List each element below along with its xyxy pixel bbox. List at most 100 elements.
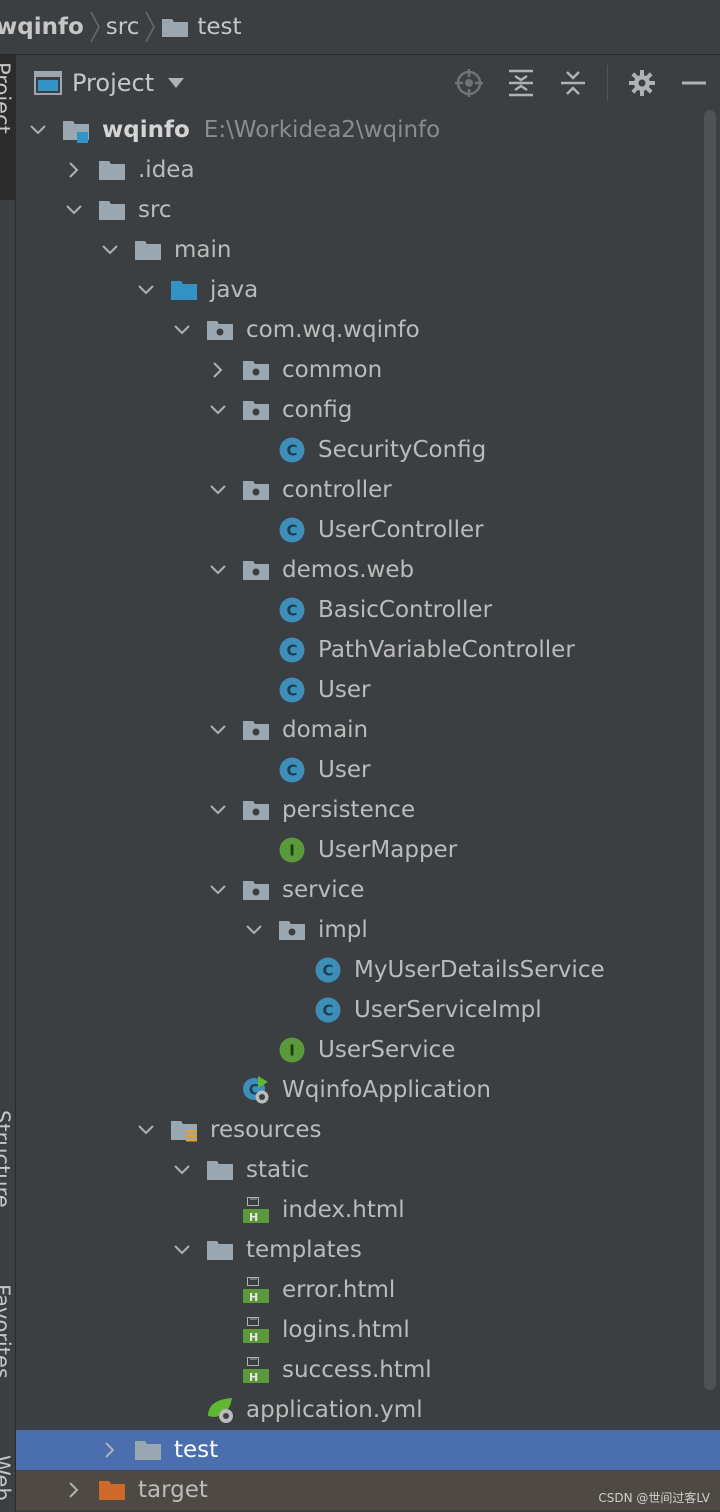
chevron-down-icon[interactable] <box>207 799 229 821</box>
chevron-down-icon[interactable] <box>243 919 265 941</box>
chevron-down-icon[interactable] <box>207 559 229 581</box>
favorites-tool-tab[interactable]: Favorites <box>0 1284 14 1379</box>
collapse-all-icon <box>561 70 585 95</box>
tree-row-label: wqinfo E:\Workidea2\wqinfo <box>102 117 440 143</box>
svg-text:I: I <box>289 842 295 860</box>
web-tool-tab[interactable]: Web <box>0 1455 14 1501</box>
chevron-down-icon[interactable] <box>207 399 229 421</box>
tree-row-label: static <box>246 1157 310 1183</box>
chevron-down-icon <box>168 77 185 88</box>
tree-row[interactable]: Herror.html <box>16 1270 720 1310</box>
tree-row-label: error.html <box>282 1277 396 1303</box>
tree-row-label: service <box>282 877 365 903</box>
tree-row[interactable]: templates <box>16 1230 720 1270</box>
project-tree: wqinfo E:\Workidea2\wqinfo .idea src main jav… <box>16 110 720 1512</box>
tree-row[interactable]: domain <box>16 710 720 750</box>
chevron-right-icon[interactable] <box>63 159 85 181</box>
html-file-icon: H <box>242 1276 270 1304</box>
package-icon <box>242 716 270 744</box>
tree-row[interactable]: src <box>16 190 720 230</box>
tree-row[interactable]: C BasicController <box>16 590 720 630</box>
breadcrumb-label: test <box>197 14 242 40</box>
tree-row[interactable]: C User <box>16 750 720 790</box>
tree-row[interactable]: static <box>16 1150 720 1190</box>
chevron-down-icon[interactable] <box>135 1119 157 1141</box>
chevron-down-icon[interactable] <box>207 879 229 901</box>
tree-row[interactable]: Hindex.html <box>16 1190 720 1230</box>
chevron-down-icon[interactable] <box>171 1239 193 1261</box>
tree-row[interactable]: java <box>16 270 720 310</box>
resources-folder-icon <box>170 1116 198 1144</box>
svg-text:H: H <box>249 1291 258 1304</box>
breadcrumb-label: src <box>105 14 140 40</box>
tree-row-label: src <box>138 197 172 223</box>
tree-row[interactable]: controller <box>16 470 720 510</box>
settings-button[interactable] <box>616 55 668 110</box>
tree-row[interactable]: test <box>16 1430 720 1470</box>
breadcrumb-item-wqinfo[interactable]: wqinfo <box>0 0 84 54</box>
chevron-down-icon[interactable] <box>207 719 229 741</box>
svg-text:I: I <box>289 1042 295 1060</box>
html-file-icon: H <box>242 1356 270 1384</box>
tree-row[interactable]: C SecurityConfig <box>16 430 720 470</box>
module-folder-icon <box>62 116 90 144</box>
tree-row[interactable]: demos.web <box>16 550 720 590</box>
package-icon <box>242 356 270 384</box>
tree-row[interactable]: C UserServiceImpl <box>16 990 720 1030</box>
tree-row[interactable]: .idea <box>16 150 720 190</box>
chevron-down-icon[interactable] <box>99 239 121 261</box>
chevron-down-icon[interactable] <box>207 479 229 501</box>
class-icon: C <box>314 996 342 1024</box>
hide-panel-button[interactable] <box>668 55 720 110</box>
chevron-down-icon[interactable] <box>171 1159 193 1181</box>
breadcrumb-item-test[interactable]: test <box>161 0 242 54</box>
structure-tool-tab[interactable]: Structure <box>0 1110 14 1208</box>
tree-row[interactable]: C PathVariableController <box>16 630 720 670</box>
tree-row[interactable]: resources <box>16 1110 720 1150</box>
tree-row-label: templates <box>246 1237 362 1263</box>
folder-icon <box>98 156 126 184</box>
tree-row[interactable]: main <box>16 230 720 270</box>
vertical-scrollbar[interactable] <box>704 110 716 1390</box>
folder-icon <box>162 19 189 37</box>
navigation-bar: wqinfo src test <box>0 0 720 55</box>
tree-row[interactable]: Hlogins.html <box>16 1310 720 1350</box>
tree-row[interactable]: service <box>16 870 720 910</box>
tree-row[interactable]: C User <box>16 670 720 710</box>
tree-row[interactable]: I UserService <box>16 1030 720 1070</box>
chevron-down-icon[interactable] <box>171 319 193 341</box>
class-icon: C <box>278 676 306 704</box>
chevron-down-icon[interactable] <box>27 119 49 141</box>
panel-toolbar <box>443 55 720 110</box>
project-tool-tab[interactable]: Project <box>0 62 14 134</box>
tree-row-label: UserServiceImpl <box>354 997 542 1023</box>
folder-icon <box>206 1156 234 1184</box>
project-view-selector[interactable]: Project <box>34 68 185 97</box>
tree-row[interactable]: C UserController <box>16 510 720 550</box>
project-view-title: Project <box>72 68 155 97</box>
tree-row[interactable]: I UserMapper <box>16 830 720 870</box>
tree-row[interactable]: com.wq.wqinfo <box>16 310 720 350</box>
package-icon <box>242 396 270 424</box>
tree-row[interactable]: common <box>16 350 720 390</box>
tree-row[interactable]: config <box>16 390 720 430</box>
tree-row-label: UserService <box>318 1037 456 1063</box>
tree-row[interactable]: persistence <box>16 790 720 830</box>
tree-row[interactable]: C MyUserDetailsService <box>16 950 720 990</box>
tree-row[interactable]: impl <box>16 910 720 950</box>
collapse-all-button[interactable] <box>547 55 599 110</box>
locate-button[interactable] <box>443 55 495 110</box>
chevron-right-icon[interactable] <box>207 359 229 381</box>
tree-row[interactable]: application.yml <box>16 1390 720 1430</box>
tree-row[interactable]: Hsuccess.html <box>16 1350 720 1390</box>
tree-row[interactable]: wqinfo E:\Workidea2\wqinfo <box>16 110 720 150</box>
project-panel-header: Project <box>16 55 720 111</box>
chevron-down-icon[interactable] <box>63 199 85 221</box>
chevron-right-icon[interactable] <box>99 1439 121 1461</box>
chevron-right-icon[interactable] <box>63 1479 85 1501</box>
class-icon: C <box>278 436 306 464</box>
expand-all-button[interactable] <box>495 55 547 110</box>
tree-row[interactable]: C WqinfoApplication <box>16 1070 720 1110</box>
breadcrumb-item-src[interactable]: src <box>106 0 140 54</box>
chevron-down-icon[interactable] <box>135 279 157 301</box>
